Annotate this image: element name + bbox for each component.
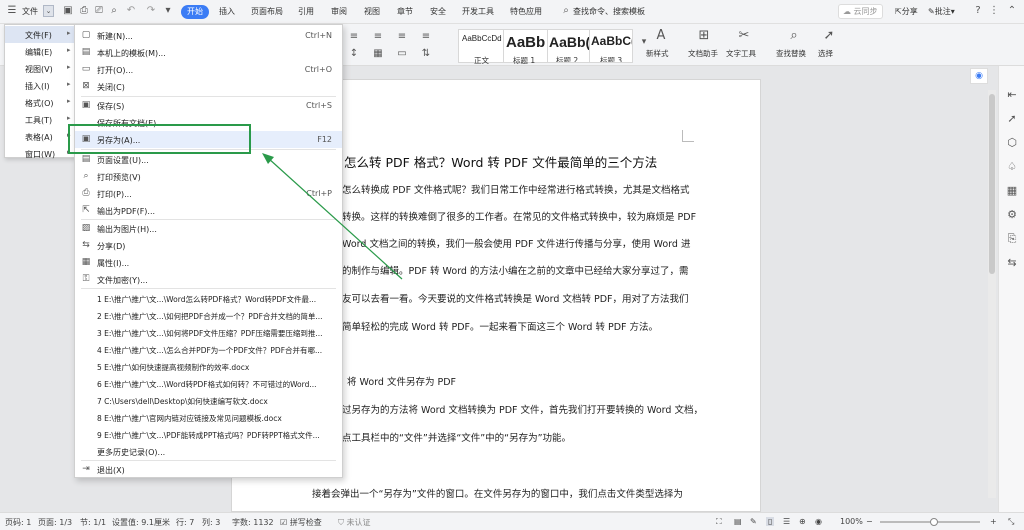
- annotation-arrow: [262, 153, 403, 280]
